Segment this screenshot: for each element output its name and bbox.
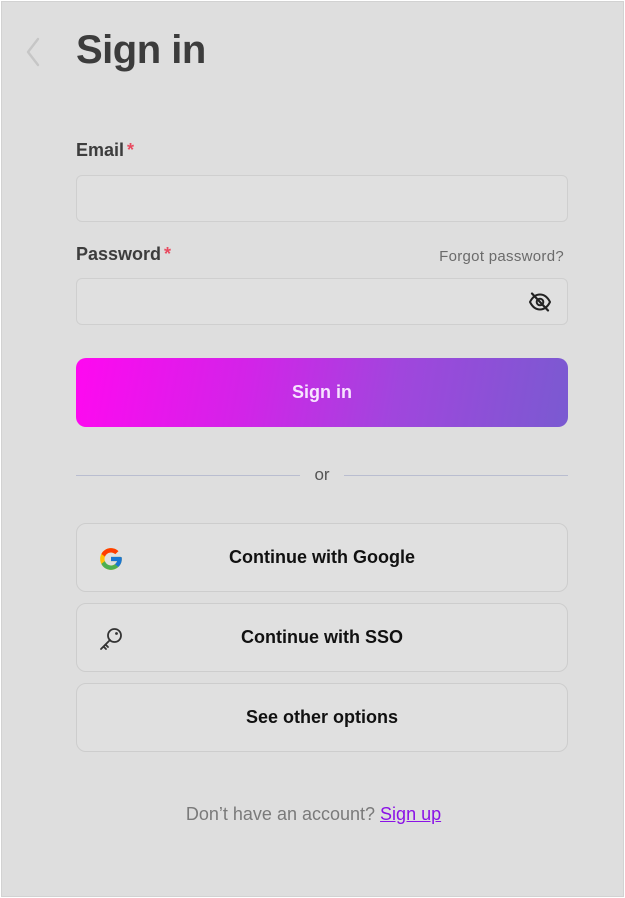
sso-button-label: Continue with SSO (241, 627, 403, 647)
google-icon (98, 546, 124, 572)
sign-in-button[interactable]: Sign in (76, 358, 568, 427)
divider-line (76, 474, 301, 476)
divider-label: or (314, 465, 330, 484)
divider-line (343, 474, 568, 476)
email-label-text: Email (76, 140, 125, 160)
key-icon (98, 626, 124, 652)
or-divider: or (76, 462, 568, 488)
signup-prompt: Don’t have an account? Sign up (2, 804, 625, 825)
signup-prompt-text: Don’t have an account? (185, 804, 376, 824)
back-button[interactable] (18, 34, 48, 70)
other-options-label: See other options (245, 707, 398, 727)
required-mark: * (164, 244, 172, 264)
chevron-left-icon (26, 37, 40, 67)
email-field[interactable] (77, 176, 567, 221)
email-label: Email * (76, 140, 134, 161)
password-label-text: Password (76, 244, 162, 264)
signin-panel: Sign in Email * Password * Forgot password… (1, 1, 624, 897)
page-title: Sign in (76, 28, 206, 72)
password-field[interactable] (77, 279, 567, 324)
sign-up-link[interactable]: Sign up (380, 804, 441, 824)
eye-off-icon (529, 292, 551, 312)
required-mark: * (127, 140, 135, 160)
password-visibility-toggle[interactable] (527, 290, 553, 314)
email-field-container (76, 175, 568, 222)
see-other-options-button[interactable]: See other options (76, 683, 568, 752)
forgot-password-link[interactable]: Forgot password? (439, 248, 564, 265)
google-button-label: Continue with Google (229, 547, 415, 567)
continue-with-google-button[interactable]: Continue with Google (76, 523, 568, 592)
password-label: Password * (76, 244, 171, 265)
password-field-container (76, 278, 568, 325)
continue-with-sso-button[interactable]: Continue with SSO (76, 603, 568, 672)
